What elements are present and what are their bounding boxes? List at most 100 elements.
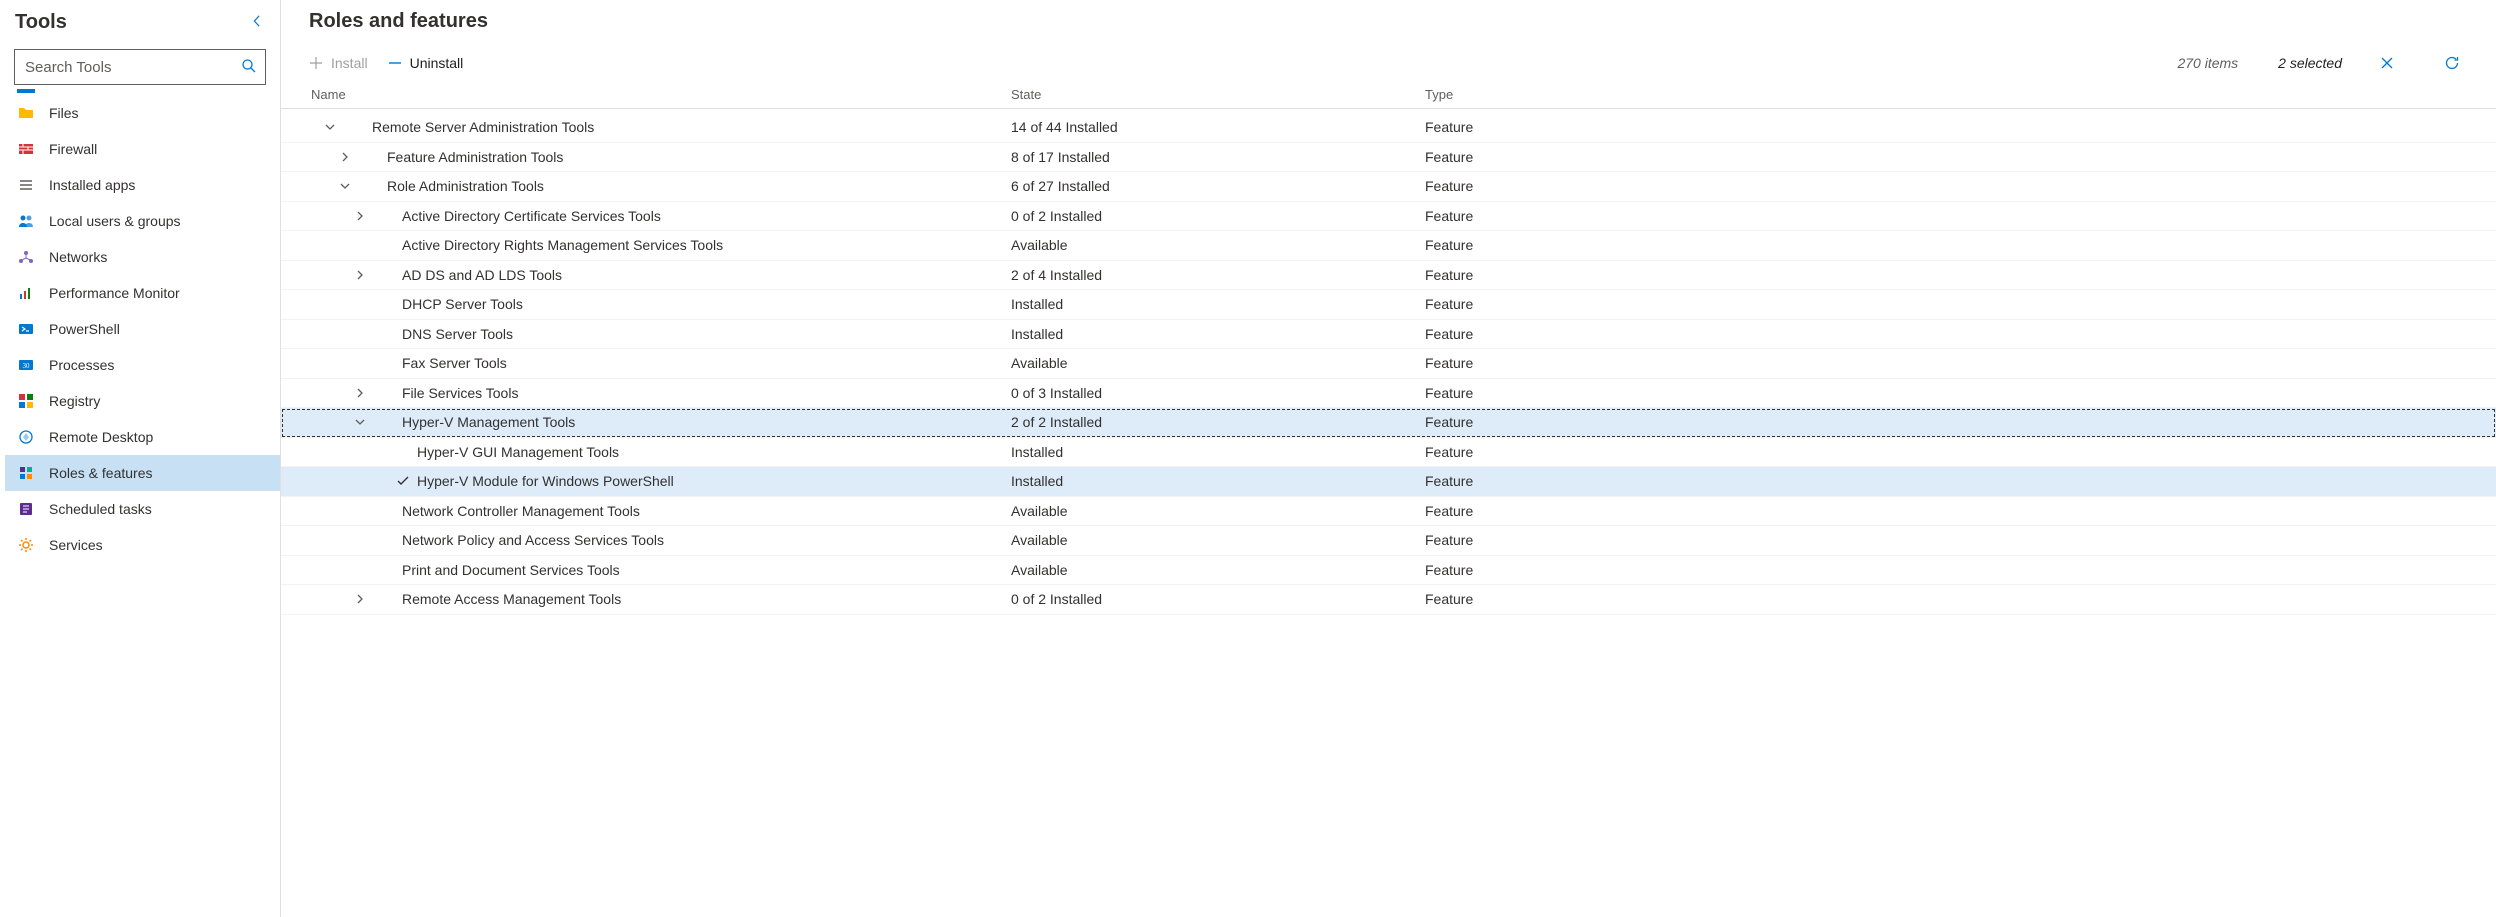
sidebar-item-label: Scheduled tasks <box>49 501 152 517</box>
cell-type: Feature <box>1425 591 2496 607</box>
sidebar-item-label: Performance Monitor <box>49 285 180 301</box>
close-icon <box>2380 56 2394 70</box>
chevron-right-icon[interactable] <box>346 269 374 281</box>
cell-type: Feature <box>1425 326 2496 342</box>
table-row[interactable]: Print and Document Services ToolsAvailab… <box>281 556 2496 586</box>
sidebar-item-local-users-groups[interactable]: Local users & groups <box>5 203 280 239</box>
cell-name: Remote Access Management Tools <box>281 591 1011 607</box>
cell-name: File Services Tools <box>281 385 1011 401</box>
cell-name: Print and Document Services Tools <box>281 562 1011 578</box>
svg-text:30: 30 <box>23 362 31 370</box>
cell-name: Role Administration Tools <box>281 178 1011 194</box>
row-check-icon <box>389 474 417 488</box>
sidebar-item-firewall[interactable]: Firewall <box>5 131 280 167</box>
uninstall-button[interactable]: Uninstall <box>388 55 464 71</box>
perf-icon <box>17 284 35 302</box>
grid-header-row: Name State Type <box>281 87 2496 109</box>
refresh-button[interactable] <box>2440 51 2464 75</box>
sidebar-item-installed-apps[interactable]: Installed apps <box>5 167 280 203</box>
table-row[interactable]: DHCP Server ToolsInstalledFeature <box>281 290 2496 320</box>
cell-type: Feature <box>1425 385 2496 401</box>
table-row[interactable]: Fax Server Tools AvailableFeature <box>281 349 2496 379</box>
refresh-icon <box>2444 55 2460 71</box>
table-row[interactable]: Active Directory Rights Management Servi… <box>281 231 2496 261</box>
sidebar-item-networks[interactable]: Networks <box>5 239 280 275</box>
sidebar-item-roles-features[interactable]: Roles & features <box>5 455 280 491</box>
cell-name: Network Policy and Access Services Tools <box>281 532 1011 548</box>
chevron-down-icon[interactable] <box>346 416 374 428</box>
sidebar-item-powershell[interactable]: PowerShell <box>5 311 280 347</box>
row-name: Fax Server Tools <box>402 355 507 371</box>
chevron-right-icon[interactable] <box>346 210 374 222</box>
sidebar-title: Tools <box>15 11 67 34</box>
table-row[interactable]: Feature Administration Tools8 of 17 Inst… <box>281 143 2496 173</box>
sidebar-item-performance-monitor[interactable]: Performance Monitor <box>5 275 280 311</box>
cell-state: Available <box>1011 355 1425 371</box>
column-header-state[interactable]: State <box>1011 87 1425 102</box>
cell-state: 0 of 2 Installed <box>1011 591 1425 607</box>
processes-icon: 30 <box>17 356 35 374</box>
search-tools-box[interactable] <box>14 49 266 85</box>
table-row[interactable]: DNS Server ToolsInstalledFeature <box>281 320 2496 350</box>
cell-state: 2 of 2 Installed <box>1011 414 1425 430</box>
sidebar-item-label: Processes <box>49 357 114 373</box>
table-row[interactable]: Network Policy and Access Services Tools… <box>281 526 2496 556</box>
sidebar-item-registry[interactable]: Registry <box>5 383 280 419</box>
cell-type: Feature <box>1425 532 2496 548</box>
users-icon <box>17 212 35 230</box>
sidebar-item-label: Local users & groups <box>49 213 181 229</box>
sidebar-item-services[interactable]: Services <box>5 527 280 563</box>
tasks-icon <box>17 500 35 518</box>
sidebar-item-label: Installed apps <box>49 177 135 193</box>
sidebar-item-remote-desktop[interactable]: Remote Desktop <box>5 419 280 455</box>
table-row[interactable]: Network Controller Management ToolsAvail… <box>281 497 2496 527</box>
sidebar-item-processes[interactable]: 30 Processes <box>5 347 280 383</box>
table-row[interactable]: Hyper-V GUI Management ToolsInstalledFea… <box>281 438 2496 468</box>
main-content: Roles and features Install Uninstall 270… <box>281 0 2496 917</box>
chevron-right-icon[interactable] <box>331 151 359 163</box>
table-row[interactable]: Remote Access Management Tools0 of 2 Ins… <box>281 585 2496 615</box>
grid-body[interactable]: Remote Server Administration Tools14 of … <box>281 109 2496 917</box>
chevron-right-icon[interactable] <box>346 387 374 399</box>
table-row[interactable]: File Services Tools 0 of 3 InstalledFeatu… <box>281 379 2496 409</box>
cell-state: Installed <box>1011 326 1425 342</box>
cell-name: Hyper-V Management Tools <box>281 414 1011 430</box>
table-row[interactable]: Remote Server Administration Tools14 of … <box>281 113 2496 143</box>
table-row[interactable]: AD DS and AD LDS Tools2 of 4 InstalledFe… <box>281 261 2496 291</box>
sidebar-item-partial-top[interactable] <box>17 89 35 93</box>
search-input[interactable] <box>23 58 241 77</box>
cell-name: Active Directory Certificate Services To… <box>281 208 1011 224</box>
cell-state: 0 of 3 Installed <box>1011 385 1425 401</box>
row-name: Role Administration Tools <box>387 178 544 194</box>
chevron-right-icon[interactable] <box>346 593 374 605</box>
collapse-sidebar-button[interactable] <box>246 10 268 35</box>
clear-selection-button[interactable] <box>2376 52 2398 74</box>
cell-state: Available <box>1011 237 1425 253</box>
column-header-type[interactable]: Type <box>1425 87 2496 102</box>
powershell-icon <box>17 320 35 338</box>
table-row[interactable]: Active Directory Certificate Services To… <box>281 202 2496 232</box>
table-row[interactable]: Hyper-V Module for Windows PowerShellIns… <box>281 467 2496 497</box>
chevron-down-icon[interactable] <box>331 180 359 192</box>
row-name: Remote Server Administration Tools <box>372 119 594 135</box>
column-header-name[interactable]: Name <box>281 87 1011 102</box>
cell-type: Feature <box>1425 355 2496 371</box>
chevron-down-icon[interactable] <box>316 121 344 133</box>
cell-name: Hyper-V GUI Management Tools <box>281 444 1011 460</box>
sidebar-list[interactable]: FilesFirewall Installed apps Local users &… <box>5 89 280 917</box>
row-name: Active Directory Rights Management Servi… <box>402 237 723 253</box>
sidebar-item-label: Services <box>49 537 103 553</box>
table-row[interactable]: Role Administration Tools6 of 27 Install… <box>281 172 2496 202</box>
cell-type: Feature <box>1425 237 2496 253</box>
selected-count: 2 selected <box>2278 55 2342 71</box>
row-name: Network Controller Management Tools <box>402 503 640 519</box>
sidebar-item-files[interactable]: Files <box>5 95 280 131</box>
table-row[interactable]: Hyper-V Management Tools2 of 2 Installed… <box>281 408 2496 438</box>
services-icon <box>17 536 35 554</box>
sidebar-item-scheduled-tasks[interactable]: Scheduled tasks <box>5 491 280 527</box>
row-name: Hyper-V Module for Windows PowerShell <box>417 473 674 489</box>
registry-icon <box>17 392 35 410</box>
install-button[interactable]: Install <box>309 55 368 71</box>
folder-icon <box>17 104 35 122</box>
row-name: File Services Tools <box>402 385 518 401</box>
